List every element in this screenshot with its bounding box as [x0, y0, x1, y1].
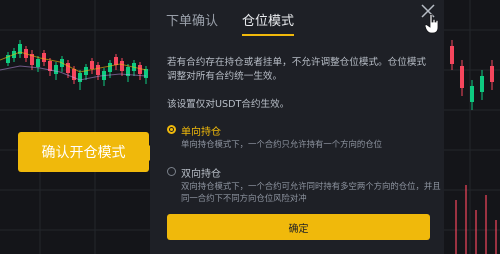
tooltip-callout: 确认开仓模式	[18, 132, 149, 172]
usdt-note: 该设置仅对USDT合约生效。	[167, 99, 290, 110]
radio-selected-icon[interactable]	[167, 125, 176, 134]
option-one-way-description: 单向持仓模式下，一个合约只允许持有一个方向的仓位	[181, 139, 382, 149]
confirm-button[interactable]: 确定	[167, 214, 430, 240]
callout-label: 确认开仓模式	[41, 145, 126, 161]
tab-position-mode[interactable]: 仓位模式	[242, 10, 295, 36]
option-hedge-title: 双向持仓	[181, 169, 221, 180]
position-mode-description: 若有合约存在持仓或者挂单，不允许调整仓位模式。仓位模式调整对所有合约统一生效。	[167, 57, 427, 82]
dialog-tabs: 下单确认 仓位模式	[166, 10, 295, 36]
option-one-way-title: 单向持仓	[181, 127, 221, 138]
tab-order-confirmation[interactable]: 下单确认	[166, 10, 218, 36]
option-hedge-description: 双向持仓模式下，一个合约可允许同时持有多空两个方向的仓位，并且同一合约下不同方向…	[181, 181, 441, 203]
radio-unselected-icon[interactable]	[167, 167, 176, 176]
hand-cursor-icon	[425, 14, 439, 34]
